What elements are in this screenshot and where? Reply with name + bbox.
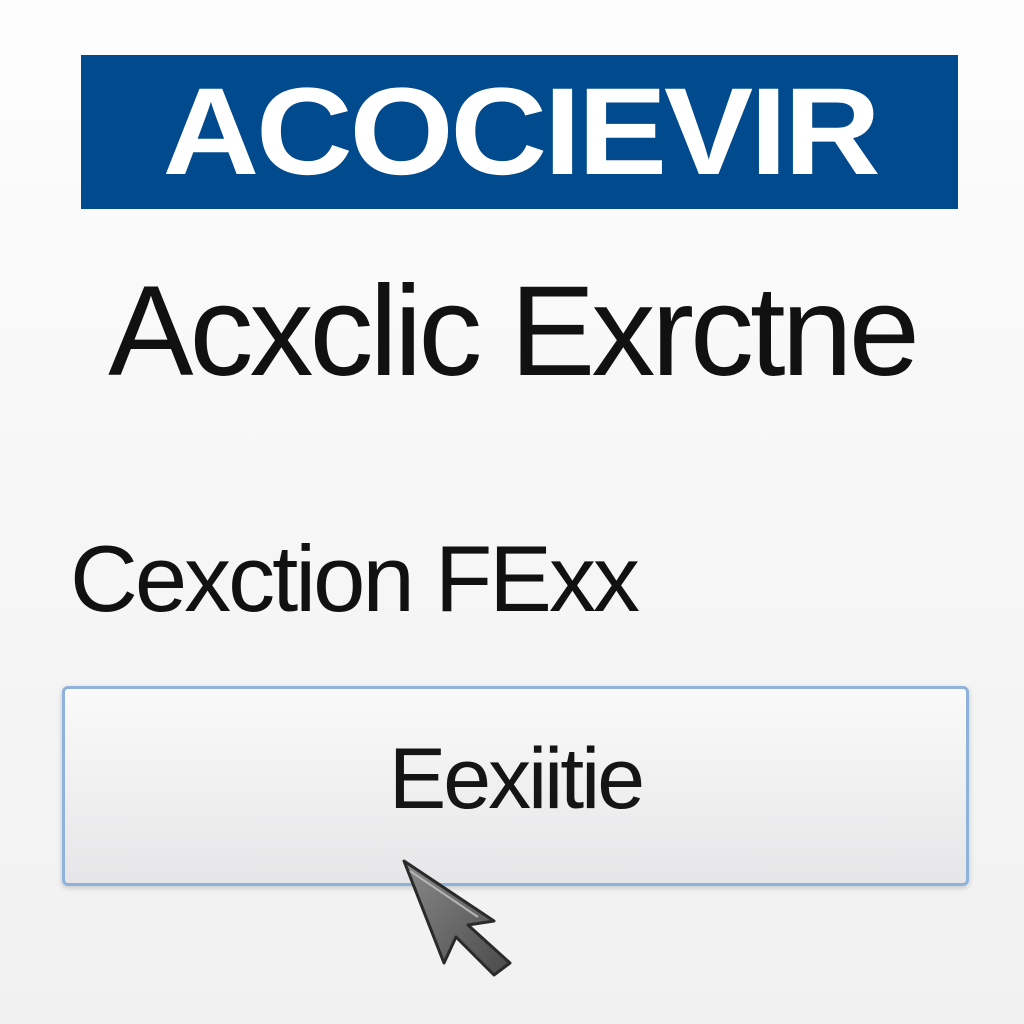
banner-title: ACOCIEVIR: [162, 63, 880, 201]
button-label: Eexiitie: [388, 731, 645, 827]
section-label: Cexction FExx: [70, 526, 640, 631]
page-title: Acxclic Exrctne: [108, 260, 920, 403]
arrow-pointer-icon: [402, 859, 512, 977]
header-banner: ACOCIEVIR: [81, 55, 958, 209]
